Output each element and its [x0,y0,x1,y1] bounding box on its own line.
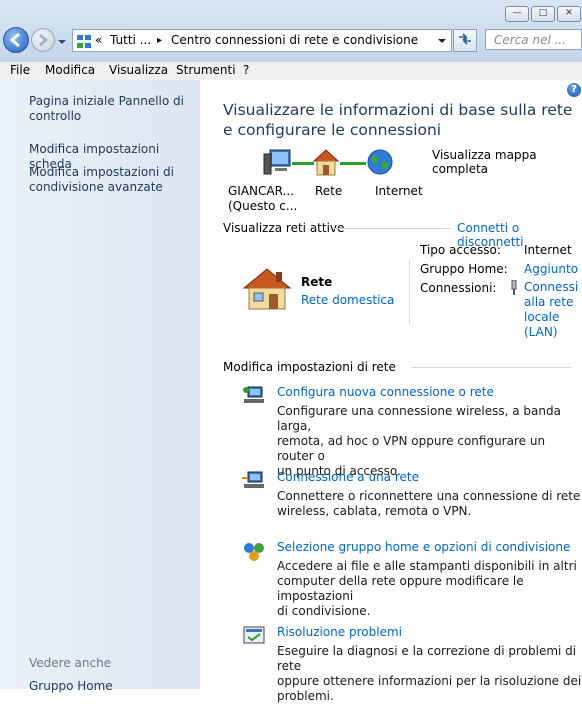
menu-help[interactable]: ? [243,63,249,77]
back-arrow-icon [9,32,20,48]
close-icon: ✕ [565,8,573,18]
map-internet-label[interactable]: Internet [375,184,423,198]
access-type-value: Internet [524,243,572,257]
active-networks-title: Visualizza reti attive [223,221,345,235]
minimize-button[interactable]: — [505,6,529,22]
address-bar[interactable]: « Tutti ... ▸ Centro connessioni di rete… [72,29,452,52]
maximize-button[interactable]: □ [531,6,555,22]
sidebar-item-homegroup[interactable]: Gruppo Home [29,679,194,694]
see-also-title: Vedere anche [29,656,112,670]
task-desc-line: computer della rete oppure modificare le… [277,574,524,603]
breadcrumb-separator-icon[interactable]: ▸ [157,30,162,51]
lan-connection-icon [509,279,519,299]
task-homegroup-link[interactable]: Selezione gruppo home e opzioni di condi… [277,540,570,554]
window-titlebar: — □ ✕ « Tutti ... ▸ Centro connessioni d… [0,0,582,62]
breadcrumb-all-items[interactable]: Tutti ... [110,30,151,51]
task-troubleshoot-desc: Eseguire la diagnosi e la correzione di … [277,644,582,704]
breadcrumb-overflow[interactable]: « [95,30,102,51]
task-new-connection-desc: Configurare una connessione wireless, a … [277,404,582,479]
maximize-icon: □ [538,8,548,18]
map-link-line [340,162,366,165]
homegroup-value-link[interactable]: Aggiunto [524,262,578,276]
access-type-label: Tipo accesso: [420,243,501,257]
network-center-icon [77,34,91,55]
task-new-connection-link[interactable]: Configura nuova connessione o rete [277,385,494,399]
chevron-down-icon [58,40,66,44]
task-connect-network-desc: Connettere o riconnettere una connession… [277,489,580,519]
computer-name: GIANCAR... [228,184,294,198]
change-settings-title: Modifica impostazioni di rete [223,360,396,374]
main-content: ? Visualizzare le informazioni di base s… [200,80,582,703]
computer-subtitle: (Questo c... [228,199,298,213]
network-house-icon [242,266,292,315]
task-desc-line: Configurare una connessione wireless, a … [277,404,561,433]
connections-label: Connessioni: [420,281,497,295]
connection-line: alla rete [524,295,574,309]
view-full-map-link[interactable]: Visualizza mappa completa [432,148,582,176]
search-placeholder: Cerca nel ... [494,33,567,47]
network-type-link[interactable]: Rete domestica [301,293,394,307]
homegroup-label: Gruppo Home: [420,262,508,276]
task-homegroup-desc: Accedere ai file e alle stampanti dispon… [277,559,582,619]
address-dropdown[interactable] [437,31,447,52]
sidebar-item-control-panel-home[interactable]: Pagina iniziale Pannello di controllo [29,94,194,124]
task-desc-line: wireless, cablata, remota o VPN. [277,504,472,518]
section-divider [333,228,451,229]
homegroup-icon [242,540,266,565]
task-desc-line: oppure ottenere informazioni per la riso… [277,674,582,688]
section-divider [411,367,571,368]
sidebar: Pagina iniziale Pannello di controllo Mo… [0,80,200,693]
help-button[interactable]: ? [567,83,581,97]
map-computer-label[interactable]: GIANCAR... (Questo c... [228,184,297,214]
network-house-icon [312,147,340,180]
task-connect-network-link[interactable]: Connessione a una rete [277,470,419,484]
search-input[interactable]: Cerca nel ... [485,29,582,50]
task-desc-line: Accedere ai file e alle stampanti dispon… [277,559,577,573]
page-title: Visualizzare le informazioni di base sul… [223,101,573,139]
refresh-icon [459,33,471,45]
close-button[interactable]: ✕ [557,6,581,22]
refresh-button[interactable] [453,29,477,52]
network-name: Rete [301,275,333,289]
troubleshoot-icon [242,625,266,650]
computer-icon [262,148,292,181]
task-desc-line: remota, ad hoc o VPN oppure configurare … [277,434,546,463]
help-icon: ? [571,84,577,95]
recent-pages-dropdown[interactable] [57,35,67,49]
minimize-icon: — [512,8,522,18]
map-link-line [292,162,314,165]
map-network-label[interactable]: Rete [315,184,342,198]
connect-network-icon [242,470,266,495]
breadcrumb-current[interactable]: Centro connessioni di rete e condivision… [171,30,418,51]
menu-edit[interactable]: Modifica [45,63,95,77]
forward-button[interactable] [31,28,55,52]
task-troubleshoot-link[interactable]: Risoluzione problemi [277,625,402,639]
menu-tools[interactable]: Strumenti [176,63,236,77]
connection-lan-link[interactable]: Connessi alla rete locale (LAN) [524,280,578,340]
connection-line: Connessi [524,280,579,294]
forward-arrow-icon [39,33,49,47]
menu-view[interactable]: Visualizza [109,63,168,77]
chevron-down-icon [438,39,446,43]
task-desc-line: di condivisione. [277,604,371,618]
new-connection-icon [242,385,266,410]
sidebar-item-advanced-sharing[interactable]: Modifica impostazioni di condivisione av… [29,165,194,195]
task-desc-line: problemi. [277,689,334,703]
internet-globe-icon [366,148,394,179]
task-desc-line: Connettere o riconnettere una connession… [277,489,581,503]
menu-file[interactable]: File [10,63,30,77]
connection-line: locale [524,310,560,324]
menu-bar: File Modifica Visualizza Strumenti ? [0,62,582,81]
connection-line: (LAN) [524,325,558,339]
vertical-divider [409,260,410,324]
back-button[interactable] [3,27,29,53]
task-desc-line: Eseguire la diagnosi e la correzione di … [277,644,577,673]
